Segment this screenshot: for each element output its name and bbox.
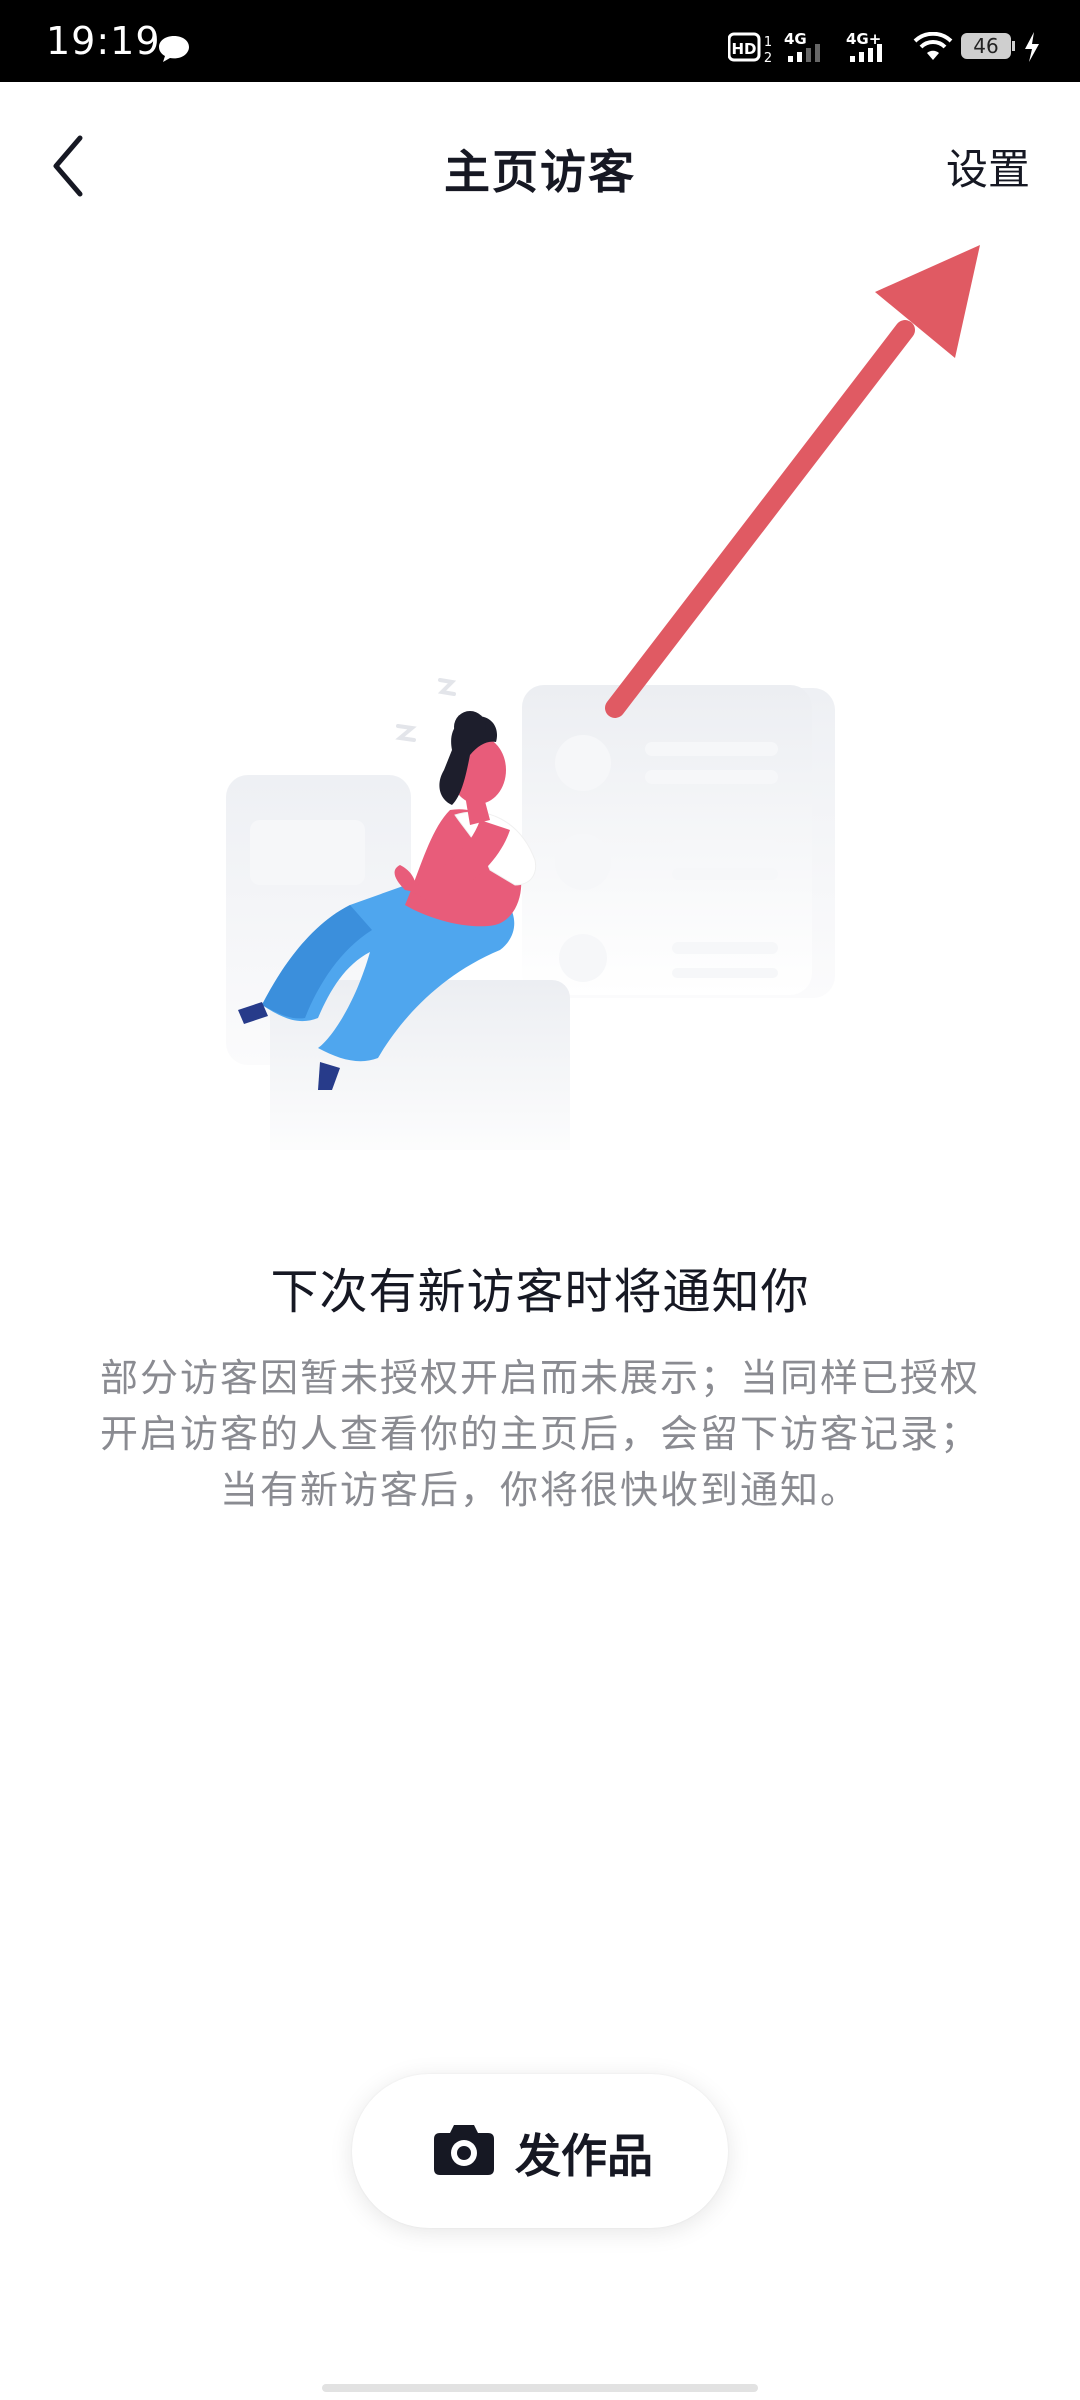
empty-state-description: 部分访客因暂未授权开启而未展示；当同样已授权开启访客的人查看你的主页后，会留下访… bbox=[99, 1356, 980, 1512]
home-indicator[interactable] bbox=[322, 2384, 758, 2392]
status-time: 19:19 bbox=[46, 19, 161, 63]
card-avatar-1 bbox=[555, 735, 611, 791]
card-line-3 bbox=[672, 840, 778, 852]
post-work-button[interactable]: 发作品 bbox=[352, 2074, 728, 2228]
camera-icon bbox=[434, 2125, 494, 2175]
card-avatar-3 bbox=[559, 934, 607, 982]
sleep-mark bbox=[395, 724, 417, 742]
card-line-6 bbox=[672, 968, 778, 978]
hd-label: HD bbox=[731, 40, 756, 58]
card-line-1 bbox=[645, 742, 778, 756]
signal-icon: 4G+ bbox=[846, 30, 882, 62]
signal-icon: 4G bbox=[784, 30, 820, 62]
card-avatar-2 bbox=[555, 834, 611, 890]
settings-button[interactable]: 设置 bbox=[946, 136, 1030, 197]
hd-voice-icon: HD 1 2 bbox=[728, 32, 772, 66]
wifi-icon bbox=[913, 32, 953, 60]
figure-hair-bun bbox=[454, 711, 486, 743]
post-work-label: 发作品 bbox=[515, 2129, 653, 2183]
card-line-2 bbox=[645, 770, 778, 784]
header: 主页访客 设置 bbox=[0, 82, 1080, 242]
chat-bubble-icon bbox=[159, 36, 189, 62]
card-line-5 bbox=[672, 942, 778, 954]
card-line-4 bbox=[672, 868, 778, 880]
sleep-mark bbox=[437, 678, 457, 696]
status-icons: HD 1 2 4G 4G+ 46 bbox=[728, 30, 1058, 66]
battery-nub bbox=[1012, 41, 1015, 51]
left-card-inner bbox=[250, 820, 365, 885]
arrow-shaft bbox=[605, 320, 915, 718]
empty-state-illustration bbox=[226, 245, 980, 1150]
svg-text:2: 2 bbox=[764, 51, 772, 66]
empty-state-title: 下次有新访客时将通知你 bbox=[270, 1264, 810, 1320]
charging-icon bbox=[1025, 32, 1039, 62]
battery-icon: 46 bbox=[961, 33, 1011, 59]
network-label-1: 4G bbox=[784, 30, 807, 48]
svg-text:1: 1 bbox=[764, 35, 772, 50]
page-title: 主页访客 bbox=[444, 145, 636, 199]
status-bar: 19:19 HD 1 2 4G 4G+ 46 bbox=[0, 0, 1080, 82]
network-label-2: 4G+ bbox=[846, 30, 881, 48]
